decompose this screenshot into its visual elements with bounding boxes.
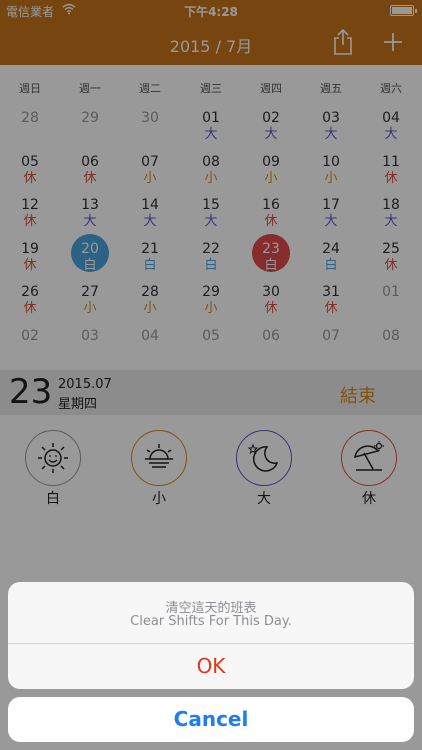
action-sheet-message-en: Clear Shifts For This Day. [130, 614, 292, 629]
action-sheet: 清空這天的班表 Clear Shifts For This Day. OK [8, 582, 414, 689]
ok-button[interactable]: OK [8, 644, 414, 689]
cancel-button[interactable]: Cancel [8, 697, 414, 742]
